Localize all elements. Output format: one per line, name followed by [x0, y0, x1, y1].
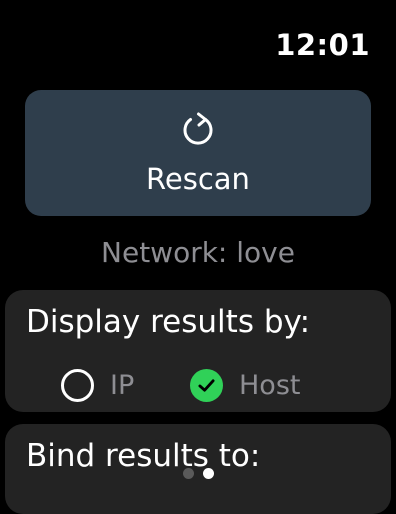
page-dot-2	[202, 468, 214, 479]
status-time: 12:01	[275, 28, 370, 62]
rescan-button[interactable]: Rescan	[25, 90, 371, 216]
checkmark-circle-icon	[190, 368, 223, 402]
refresh-icon	[183, 112, 213, 145]
option-host[interactable]: Host	[190, 368, 300, 402]
option-ip-label: IP	[110, 369, 135, 401]
rescan-label: Rescan	[146, 162, 250, 196]
radio-empty-icon	[61, 368, 94, 402]
option-host-label: Host	[239, 369, 301, 401]
display-results-title: Display results by:	[26, 304, 311, 340]
network-label: Network: love	[101, 236, 295, 269]
option-ip[interactable]: IP	[61, 368, 134, 402]
page-dot-1	[182, 468, 194, 479]
page-indicator	[0, 468, 396, 479]
